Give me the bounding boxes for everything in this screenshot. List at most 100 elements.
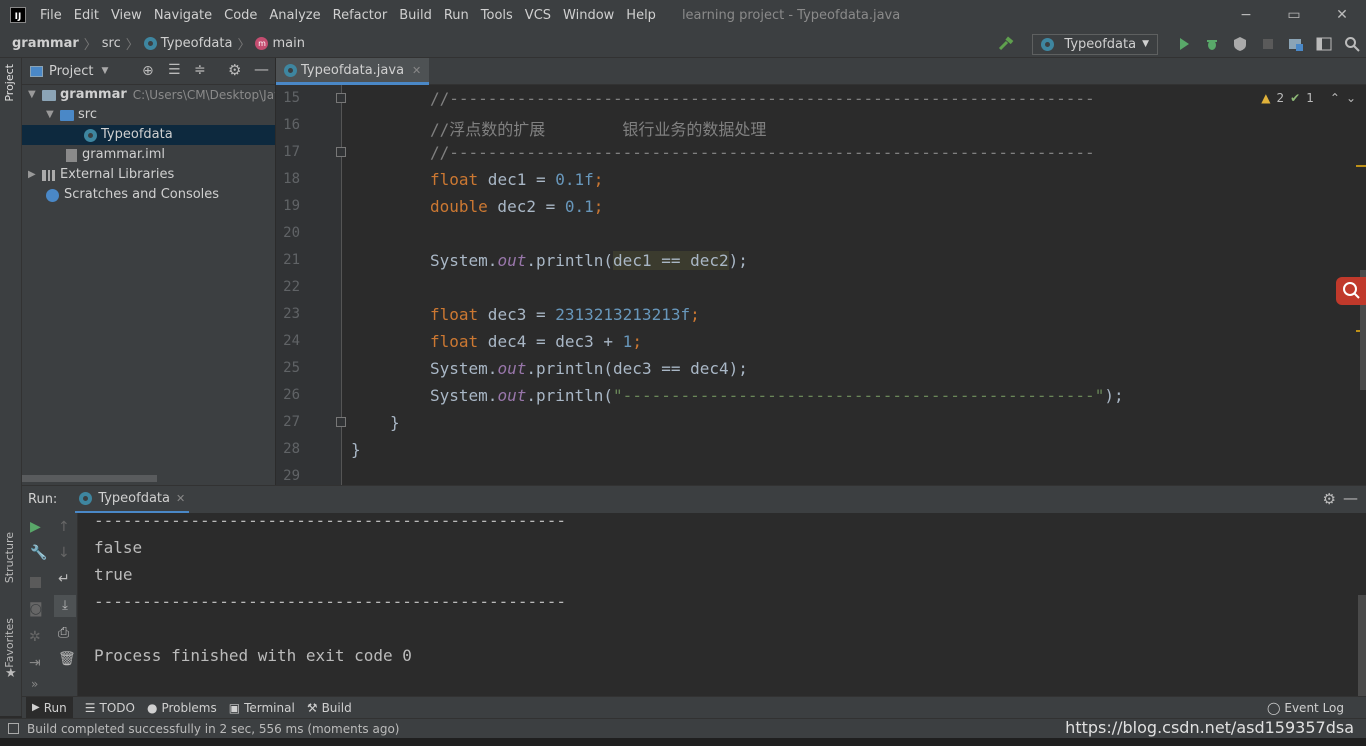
menu-view[interactable]: View xyxy=(111,8,142,23)
camera-icon[interactable]: ◙ xyxy=(29,601,43,617)
close-button[interactable]: ✕ xyxy=(1318,0,1366,30)
close-icon[interactable]: ✕ xyxy=(412,64,421,77)
fold-marker-icon[interactable] xyxy=(336,93,346,103)
structure-tool-button[interactable]: Structure xyxy=(3,532,16,583)
warning-marker[interactable] xyxy=(1356,165,1366,167)
print-icon[interactable]: ⎙ xyxy=(58,625,69,641)
editor-gutter: 15 16 17 18 19 20 21 22 23 24 25 26 27 2… xyxy=(276,85,346,485)
main-menu: File Edit View Navigate Code Analyze Ref… xyxy=(34,8,662,23)
settings-icon[interactable]: ✲ xyxy=(29,629,41,645)
bottom-tab-label: Build xyxy=(321,700,352,715)
breadcrumb-src[interactable]: src xyxy=(102,36,121,51)
wrench-icon[interactable]: 🔧 xyxy=(30,545,47,561)
code-line-15: //--------------------------------------… xyxy=(430,89,1095,108)
menu-analyze[interactable]: Analyze xyxy=(269,8,320,23)
bottom-tab-build[interactable]: ⚒ Build xyxy=(307,701,352,715)
run-configuration-select[interactable]: Typeofdata ▼ xyxy=(1032,33,1158,55)
tree-item-external-libraries[interactable]: ▶ External Libraries xyxy=(28,165,174,185)
rerun-icon[interactable]: ▶ xyxy=(30,519,41,535)
tab-typeofdata-java[interactable]: Typeofdata.java ✕ xyxy=(276,58,430,85)
horizontal-scrollbar[interactable] xyxy=(22,475,157,482)
menu-build[interactable]: Build xyxy=(399,8,432,23)
tree-item-grammar-iml[interactable]: grammar.iml xyxy=(66,145,165,165)
code-text: ; xyxy=(690,305,700,324)
down-arrow-icon[interactable]: ↓ xyxy=(58,545,70,561)
search-everywhere-icon[interactable] xyxy=(1344,36,1360,52)
presentation-icon[interactable] xyxy=(1316,36,1332,52)
breadcrumb-class[interactable]: Typeofdata xyxy=(161,36,233,51)
menu-help[interactable]: Help xyxy=(626,8,656,23)
hide-panel-icon[interactable]: — xyxy=(1343,489,1358,507)
run-icon[interactable] xyxy=(1176,36,1192,52)
tree-item-label: grammar xyxy=(60,87,127,102)
build-hammer-icon: ⚒ xyxy=(306,700,318,715)
menu-navigate[interactable]: Navigate xyxy=(154,8,212,23)
minimize-button[interactable]: − xyxy=(1222,0,1270,30)
chevron-down-icon[interactable]: ▼ xyxy=(101,66,108,76)
iml-file-icon xyxy=(66,148,77,162)
favorites-tool-button[interactable]: Favorites xyxy=(3,618,16,668)
bottom-tab-run[interactable]: ▶ Run xyxy=(26,696,73,719)
stop-icon[interactable] xyxy=(1260,36,1276,52)
run-tab[interactable]: Typeofdata ✕ xyxy=(75,486,190,514)
more-icon[interactable]: » xyxy=(31,677,38,691)
scroll-to-end-icon[interactable]: ⤓ xyxy=(54,595,76,617)
library-icon xyxy=(42,169,55,181)
tree-item-grammar[interactable]: ▼ grammar C:\Users\CM\Desktop\Jav xyxy=(28,85,275,105)
project-tool-button[interactable]: Project xyxy=(3,64,16,102)
breadcrumb: grammar 〉 src 〉 Typeofdata 〉 m main xyxy=(12,34,305,53)
trash-icon[interactable]: 🗑 xyxy=(58,651,76,667)
menu-code[interactable]: Code xyxy=(224,8,257,23)
chevron-up-icon[interactable]: ⌃ xyxy=(1330,91,1340,105)
debug-icon[interactable] xyxy=(1204,36,1220,52)
menu-vcs[interactable]: VCS xyxy=(525,8,551,23)
up-arrow-icon[interactable]: ↑ xyxy=(58,519,70,535)
soft-wrap-icon[interactable]: ↵ xyxy=(58,571,70,587)
search-overlay-button[interactable] xyxy=(1336,277,1366,305)
close-icon[interactable]: ✕ xyxy=(176,492,185,505)
expand-all-icon[interactable]: ☰ xyxy=(168,62,181,78)
chevron-down-icon[interactable]: ▼ xyxy=(28,85,42,105)
hide-panel-icon[interactable]: — xyxy=(254,60,269,78)
code-editor[interactable]: 15 16 17 18 19 20 21 22 23 24 25 26 27 2… xyxy=(276,85,1366,485)
tree-item-typeofdata[interactable]: Typeofdata xyxy=(22,125,275,145)
bottom-tab-problems[interactable]: ● Problems xyxy=(147,701,217,715)
chevron-down-icon[interactable]: ▼ xyxy=(46,105,60,125)
inspection-widget[interactable]: ▲ 2 ✔ 1 ⌃ ⌄ xyxy=(1261,91,1356,105)
bottom-tab-todo[interactable]: ☰ TODO xyxy=(85,701,135,715)
event-log-button[interactable]: ◯ Event Log xyxy=(1267,701,1344,715)
collapse-all-icon[interactable]: ≑ xyxy=(194,62,206,78)
gear-icon[interactable]: ⚙ xyxy=(228,61,241,79)
menu-run[interactable]: Run xyxy=(444,8,469,23)
maximize-button[interactable]: ▭ xyxy=(1270,0,1318,30)
tree-item-src[interactable]: ▼ src xyxy=(46,105,97,125)
chevron-down-icon[interactable]: ⌄ xyxy=(1346,91,1356,105)
project-panel-title[interactable]: Project xyxy=(49,64,93,79)
fold-marker-icon[interactable] xyxy=(336,417,346,427)
tree-item-scratches[interactable]: Scratches and Consoles xyxy=(46,185,219,205)
menu-tools[interactable]: Tools xyxy=(481,8,513,23)
line-number: 21 xyxy=(283,252,300,268)
menu-edit[interactable]: Edit xyxy=(74,8,99,23)
gear-icon[interactable]: ⚙ xyxy=(1323,490,1336,508)
build-hammer-icon[interactable] xyxy=(998,36,1014,52)
coverage-icon[interactable] xyxy=(1232,36,1248,52)
bottom-tab-terminal[interactable]: ▣ Terminal xyxy=(229,701,295,715)
console-output[interactable]: ----------------------------------------… xyxy=(78,513,1366,696)
menu-window[interactable]: Window xyxy=(563,8,614,23)
breadcrumb-separator-icon: 〉 xyxy=(237,38,251,53)
fold-marker-icon[interactable] xyxy=(336,147,346,157)
menu-refactor[interactable]: Refactor xyxy=(333,8,388,23)
breadcrumb-method[interactable]: main xyxy=(272,36,304,51)
console-scrollbar[interactable] xyxy=(1358,595,1366,696)
exit-icon[interactable]: ⇥ xyxy=(29,655,41,671)
breadcrumb-grammar[interactable]: grammar xyxy=(12,36,79,51)
project-structure-icon[interactable] xyxy=(1288,36,1304,52)
static-field: out xyxy=(497,359,527,378)
stop-icon[interactable] xyxy=(30,577,41,588)
chevron-right-icon[interactable]: ▶ xyxy=(28,165,42,185)
status-panel-icon[interactable] xyxy=(8,723,19,734)
locate-icon[interactable]: ⊕ xyxy=(142,63,154,79)
menu-file[interactable]: File xyxy=(40,8,62,23)
code-text: System. xyxy=(430,251,498,270)
